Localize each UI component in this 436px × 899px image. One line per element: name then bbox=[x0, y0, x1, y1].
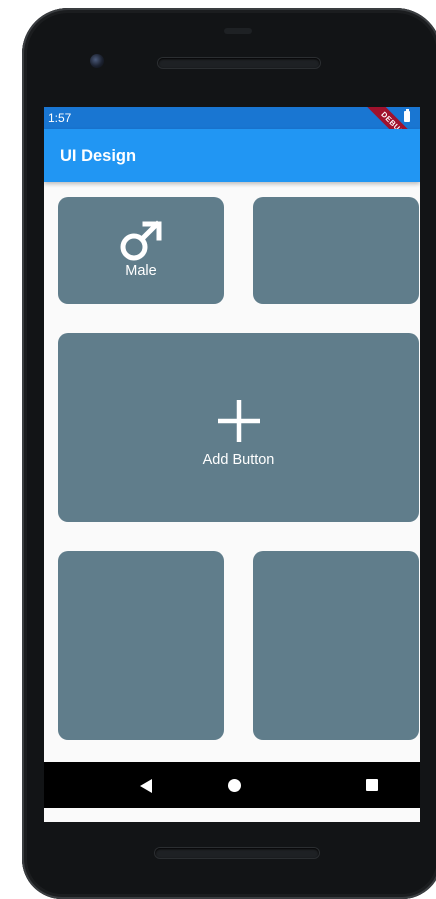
home-icon[interactable] bbox=[228, 779, 241, 792]
male-card-label: Male bbox=[125, 262, 157, 279]
male-card[interactable]: Male bbox=[58, 197, 224, 304]
empty-card-bottom-right[interactable] bbox=[253, 551, 419, 740]
earpiece-speaker bbox=[158, 58, 320, 68]
empty-card-top-right[interactable] bbox=[253, 197, 419, 304]
bottom-speaker bbox=[155, 848, 319, 858]
add-button-card[interactable]: Add Button bbox=[58, 333, 419, 522]
back-icon[interactable] bbox=[140, 779, 152, 793]
navigation-bar bbox=[44, 762, 420, 808]
sensor bbox=[224, 28, 252, 34]
recents-icon[interactable] bbox=[366, 779, 378, 791]
plus-icon bbox=[217, 399, 260, 442]
status-time: 1:57 bbox=[48, 111, 72, 125]
phone-frame: 1:57 DEBUG UI Design Male Add Button bbox=[22, 8, 436, 899]
app-screen: 1:57 DEBUG UI Design Male Add Button bbox=[44, 107, 420, 822]
status-bar: 1:57 DEBUG bbox=[44, 107, 420, 167]
page-title: UI Design bbox=[60, 147, 137, 165]
app-bar: UI Design bbox=[44, 129, 420, 182]
add-button-label: Add Button bbox=[202, 451, 275, 468]
battery-icon bbox=[404, 109, 410, 122]
front-camera bbox=[90, 54, 104, 68]
male-icon bbox=[120, 219, 162, 260]
empty-card-bottom-left[interactable] bbox=[58, 551, 224, 740]
